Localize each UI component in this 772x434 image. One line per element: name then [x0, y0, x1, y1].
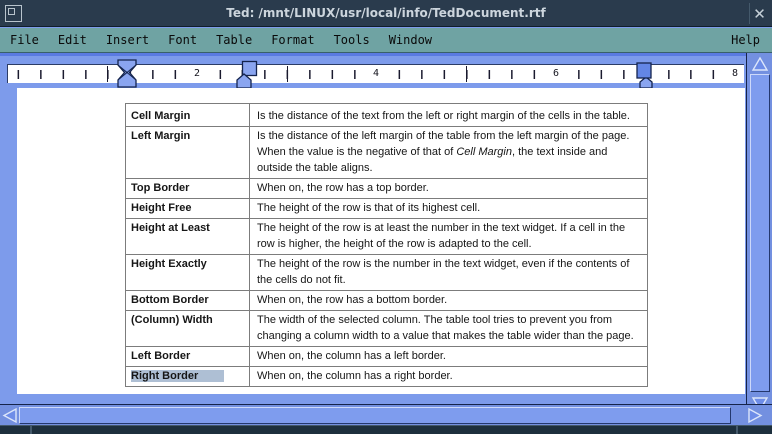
resize-grip-left[interactable]: [30, 426, 32, 434]
scroll-up-icon[interactable]: [751, 56, 769, 73]
ruler-inch-tick-7: [645, 66, 646, 82]
ruler-inch-tick-3: [287, 66, 288, 82]
row-text: The height of the row is at least the nu…: [257, 222, 625, 250]
window-menu-icon: [8, 8, 15, 15]
table-row[interactable]: Right Border When on, the column has a r…: [126, 367, 648, 387]
horizontal-scrollbar-thumb[interactable]: [19, 407, 731, 424]
table-row[interactable]: Top Border When on, the row has a top bo…: [126, 179, 648, 199]
row-label: Bottom Border: [131, 294, 209, 306]
table-row[interactable]: Height at Least The height of the row is…: [126, 219, 648, 255]
ruler-inch-tick-1: [107, 66, 108, 82]
selected-text[interactable]: Right Border: [131, 370, 224, 382]
close-icon: ✕: [753, 5, 766, 23]
table-row[interactable]: Bottom Border When on, the row has a bot…: [126, 291, 648, 311]
ruler-band: 2 4 6 8: [7, 64, 744, 83]
window-title: Ted: /mnt/LINUX/usr/local/info/TedDocume…: [0, 6, 772, 20]
row-text: Is the distance of the text from the lef…: [257, 110, 630, 122]
table-row[interactable]: Height Exactly The height of the row is …: [126, 255, 648, 291]
table-row[interactable]: Left Margin Is the distance of the left …: [126, 127, 648, 179]
row-label: Height Free: [131, 202, 192, 214]
row-label: (Column) Width: [131, 314, 213, 326]
menu-window[interactable]: Window: [389, 33, 432, 47]
scroll-right-icon[interactable]: [746, 407, 764, 424]
row-text: Is the distance of the left margin of th…: [257, 130, 629, 174]
table-row[interactable]: Left Border When on, the column has a le…: [126, 347, 648, 367]
row-label: Cell Margin: [131, 110, 190, 122]
vertical-scrollbar[interactable]: [746, 53, 772, 413]
table-row[interactable]: Cell Margin Is the distance of the text …: [126, 104, 648, 127]
resize-grip-right[interactable]: [736, 426, 738, 434]
row-text: The width of the selected column. The ta…: [257, 314, 634, 342]
document-page[interactable]: Cell Margin Is the distance of the text …: [17, 88, 745, 394]
ruler-number-4: 4: [369, 65, 383, 83]
options-table: Cell Margin Is the distance of the text …: [125, 103, 648, 387]
row-label: Left Border: [131, 350, 190, 362]
row-text: When on, the row has a top border.: [257, 182, 429, 194]
row-text: The height of the row is the number in t…: [257, 258, 629, 286]
horizontal-scrollbar[interactable]: [0, 404, 772, 425]
menu-insert[interactable]: Insert: [106, 33, 149, 47]
ruler-inch-tick-5: [466, 66, 467, 82]
row-label: Height at Least: [131, 222, 210, 234]
menu-format[interactable]: Format: [271, 33, 314, 47]
row-text: When on, the column has a left border.: [257, 350, 446, 362]
menu-edit[interactable]: Edit: [58, 33, 87, 47]
row-text: When on, the row has a bottom border.: [257, 294, 447, 306]
vertical-scrollbar-thumb[interactable]: [750, 74, 770, 392]
titlebar[interactable]: Ted: /mnt/LINUX/usr/local/info/TedDocume…: [0, 0, 772, 27]
ruler[interactable]: 2 4 6 8: [0, 53, 746, 88]
window-menu-button[interactable]: [5, 5, 22, 22]
row-label: Top Border: [131, 182, 189, 194]
menu-tools[interactable]: Tools: [334, 33, 370, 47]
menubar: File Edit Insert Font Table Format Tools…: [0, 28, 772, 53]
close-button[interactable]: ✕: [749, 3, 769, 24]
menu-table[interactable]: Table: [216, 33, 252, 47]
statusbar: [0, 425, 772, 434]
menu-file[interactable]: File: [10, 33, 39, 47]
scroll-left-icon[interactable]: [2, 407, 20, 424]
menu-font[interactable]: Font: [168, 33, 197, 47]
menu-help[interactable]: Help: [731, 33, 760, 47]
ruler-number-2: 2: [190, 65, 204, 83]
italic-term: Cell Margin: [456, 146, 512, 158]
row-text: When on, the column has a right border.: [257, 370, 453, 382]
row-label: Left Margin: [131, 130, 190, 142]
table-row[interactable]: (Column) Width The width of the selected…: [126, 311, 648, 347]
table-row[interactable]: Height Free The height of the row is tha…: [126, 199, 648, 219]
ruler-number-8: 8: [728, 65, 742, 83]
ted-window: Ted: /mnt/LINUX/usr/local/info/TedDocume…: [0, 0, 772, 434]
row-label: Height Exactly: [131, 258, 207, 270]
document-area: Cell Margin Is the distance of the text …: [0, 88, 746, 404]
ruler-number-6: 6: [549, 65, 563, 83]
row-text: The height of the row is that of its hig…: [257, 202, 480, 214]
